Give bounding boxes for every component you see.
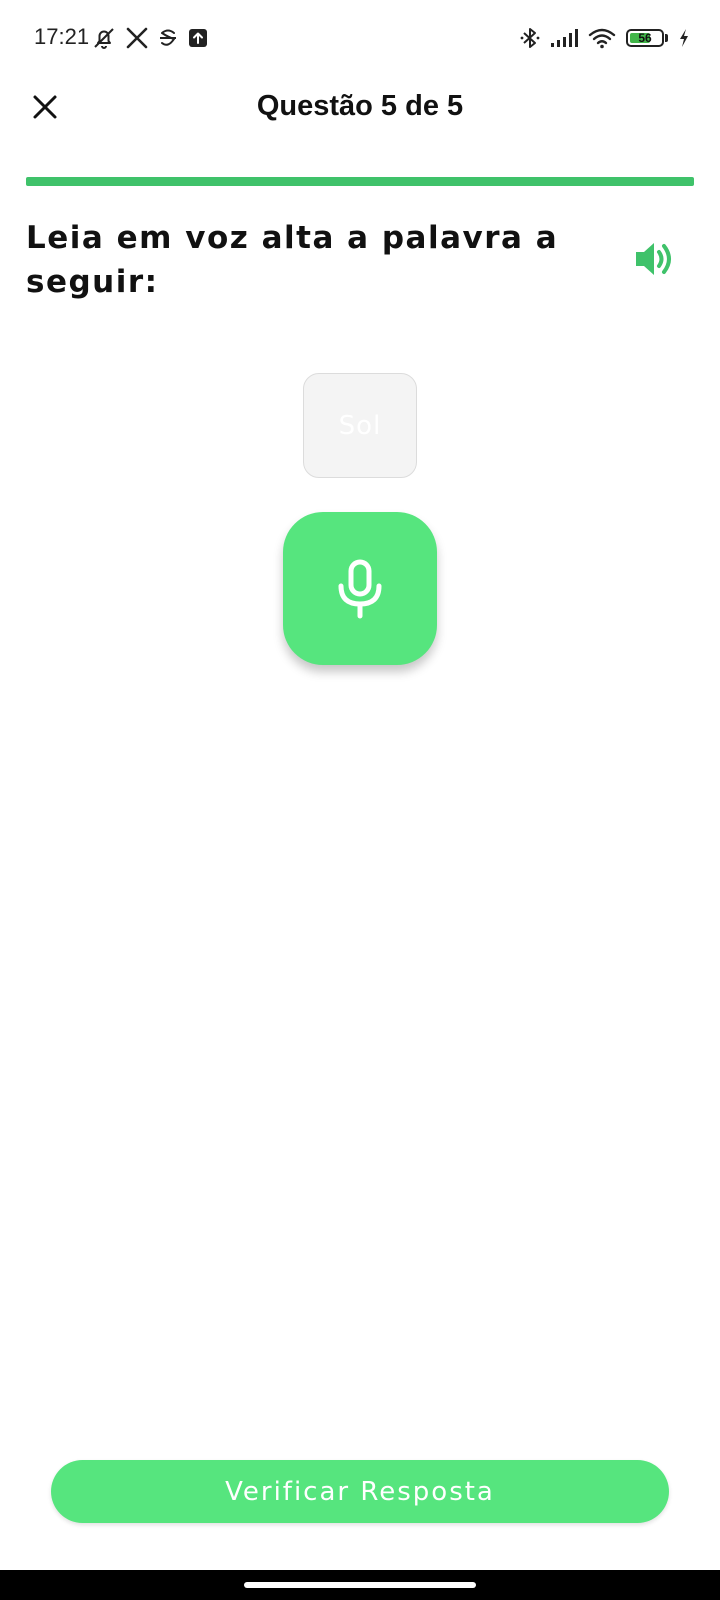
- page-title: Questão 5 de 5: [256, 90, 464, 122]
- record-button[interactable]: [283, 512, 437, 665]
- microphone-icon: [338, 559, 382, 618]
- header: Questão 5 de 5: [0, 78, 720, 136]
- upload-icon: [189, 29, 207, 47]
- verify-answer-button[interactable]: Verificar Resposta: [51, 1460, 669, 1523]
- question-prompt: Leia em voz alta a palavra a seguir:: [26, 220, 559, 300]
- x-logo-icon: [126, 27, 148, 49]
- app-notification-icon: [160, 29, 176, 46]
- screen: 17:21 56 Questão 5 de 5 Leia em voz alta…: [0, 0, 720, 1600]
- navigation-bar: [0, 1570, 720, 1600]
- verify-answer-label: Verificar Resposta: [225, 1476, 495, 1507]
- target-word: Sol: [338, 410, 382, 441]
- bluetooth-icon: [520, 28, 540, 48]
- home-indicator[interactable]: [244, 1582, 476, 1588]
- status-left-icons: [92, 26, 208, 50]
- charging-icon: [680, 29, 688, 47]
- word-card: Sol: [303, 373, 417, 478]
- signal-icon: [551, 29, 578, 47]
- status-time: 17:21: [34, 24, 90, 49]
- battery-cap: [665, 34, 668, 42]
- progress-fill: [26, 177, 694, 186]
- status-right-icons: 56: [520, 26, 690, 50]
- battery-icon: 56: [626, 29, 664, 47]
- status-bar: 17:21 56: [0, 0, 720, 78]
- progress-bar: [26, 177, 694, 186]
- bell-off-icon: [94, 28, 114, 49]
- battery-indicator: 56: [626, 29, 668, 47]
- battery-level: 56: [638, 31, 652, 45]
- speaker-icon[interactable]: [632, 236, 678, 282]
- wifi-icon: [588, 28, 616, 49]
